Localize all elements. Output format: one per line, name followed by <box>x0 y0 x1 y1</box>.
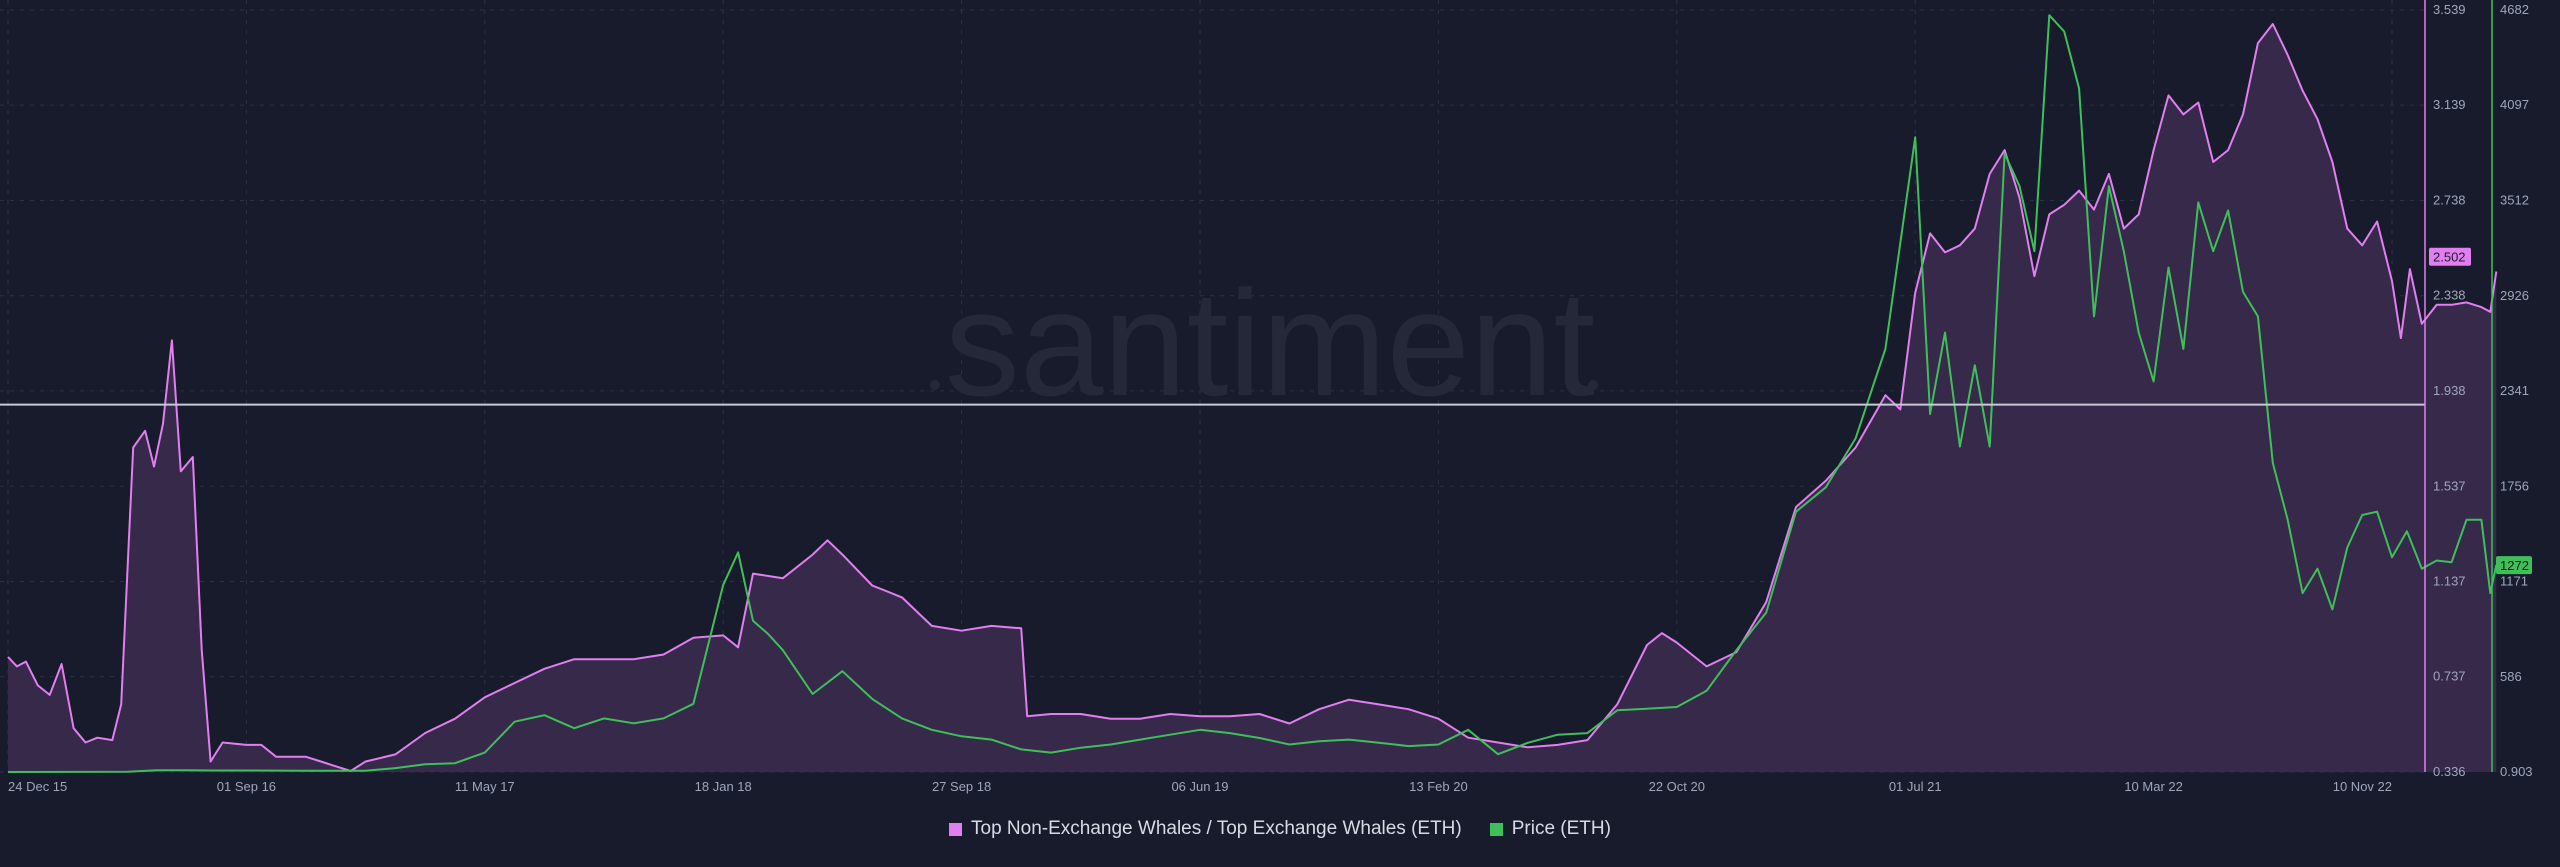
x-tick-label: 11 May 17 <box>455 779 515 794</box>
ratio-tick-label: 0.737 <box>2433 669 2466 684</box>
ratio-tick-label: 2.338 <box>2433 288 2466 303</box>
legend-swatch-ratio <box>949 822 963 836</box>
x-tick-label: 22 Oct 20 <box>1649 779 1705 794</box>
watermark: santiment <box>945 259 1595 427</box>
watermark-dot-right <box>1588 380 1598 390</box>
price-tick-label: 3512 <box>2500 192 2529 207</box>
legend-item-price[interactable]: Price (ETH) <box>1489 818 1611 840</box>
x-tick-label: 27 Sep 18 <box>932 779 991 794</box>
ratio-tick-label: 3.539 <box>2433 2 2466 17</box>
legend-label-ratio: Top Non-Exchange Whales / Top Exchange W… <box>971 818 1462 839</box>
price-tick-label: 1171 <box>2500 574 2528 589</box>
x-tick-label: 01 Jul 21 <box>1889 779 1942 794</box>
legend-item-ratio[interactable]: Top Non-Exchange Whales / Top Exchange W… <box>949 818 1462 840</box>
x-tick-label: 06 Jun 19 <box>1171 779 1228 794</box>
x-tick-label: 18 Jan 18 <box>695 779 752 794</box>
chart: santiment 24 Dec 15 01 Sep 16 11 May 17 18 … <box>0 0 2533 794</box>
price-tick-label: 0.903 <box>2500 764 2533 779</box>
legend: Top Non-Exchange Whales / Top Exchange W… <box>0 818 2560 840</box>
watermark-dot-left <box>930 380 940 390</box>
ratio-tick-label: 3.139 <box>2433 97 2466 112</box>
price-tick-label: 586 <box>2500 669 2522 684</box>
x-tick-label: 10 Nov 22 <box>2333 779 2392 794</box>
x-tick-label: 01 Sep 16 <box>217 779 276 794</box>
price-tick-label: 4682 <box>2500 2 2529 17</box>
ratio-tick-label: 1.137 <box>2433 573 2466 588</box>
x-tick-label: 13 Feb 20 <box>1409 779 1468 794</box>
x-tick-label: 24 Dec 15 <box>8 779 67 794</box>
ratio-tick-label: 2.738 <box>2433 193 2466 208</box>
price-tick-label: 2341 <box>2500 383 2529 398</box>
ratio-current-label: 2.502 <box>2433 250 2466 265</box>
ratio-tick-label: 1.938 <box>2433 383 2466 398</box>
price-current-label: 1272 <box>2500 558 2529 573</box>
ratio-tick-label: 0.336 <box>2433 764 2466 779</box>
price-tick-label: 4097 <box>2500 97 2529 112</box>
legend-label-price: Price (ETH) <box>1511 818 1611 839</box>
price-tick-label: 1756 <box>2500 478 2529 493</box>
price-tick-label: 2926 <box>2500 288 2529 303</box>
legend-swatch-price <box>1489 822 1503 836</box>
ratio-tick-label: 1.537 <box>2433 478 2466 493</box>
x-tick-label: 10 Mar 22 <box>2124 779 2183 794</box>
